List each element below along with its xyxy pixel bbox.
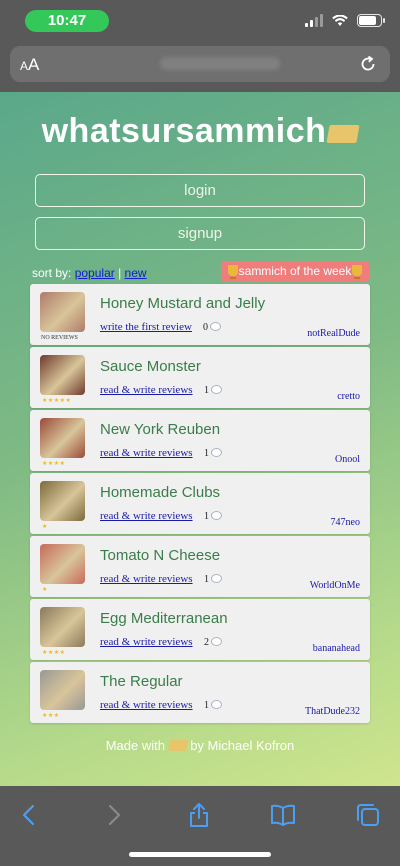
share-icon[interactable]: [186, 802, 212, 828]
sammich-thumbnail[interactable]: [40, 544, 85, 584]
sammich-thumbnail[interactable]: [40, 670, 85, 710]
login-button[interactable]: login: [35, 174, 365, 207]
comment-icon: [210, 322, 221, 331]
trophy-icon: [352, 265, 363, 279]
forward-icon[interactable]: [100, 802, 126, 828]
reload-icon[interactable]: [358, 54, 378, 74]
author-link[interactable]: Onool: [335, 454, 360, 465]
list-item[interactable]: ★★★★ New York Reuben read & write review…: [30, 410, 370, 471]
signup-button[interactable]: signup: [35, 217, 365, 250]
list-item[interactable]: ★ Tomato N Cheese read & write reviews 1…: [30, 536, 370, 597]
author-link[interactable]: cretto: [337, 391, 360, 402]
text-size-button[interactable]: AA: [20, 55, 39, 75]
status-bar: 10:47: [0, 0, 400, 44]
review-link[interactable]: read & write reviews: [100, 573, 193, 585]
review-link[interactable]: read & write reviews: [100, 447, 193, 459]
sammich-title[interactable]: Egg Mediterranean: [100, 610, 228, 627]
comment-icon: [211, 448, 222, 457]
author-link[interactable]: ThatDude232: [305, 706, 360, 717]
sammich-title[interactable]: Sauce Monster: [100, 358, 201, 375]
site-logo[interactable]: whatsursammich: [0, 112, 400, 151]
sammich-thumbnail[interactable]: [40, 292, 85, 332]
sammich-thumbnail[interactable]: [40, 418, 85, 458]
review-link[interactable]: write the first review: [100, 321, 192, 333]
address-text: [160, 57, 280, 70]
wifi-icon: [332, 14, 348, 26]
no-reviews-label: NO REVIEWS: [41, 335, 78, 341]
review-link[interactable]: read & write reviews: [100, 636, 193, 648]
bookmarks-icon[interactable]: [270, 802, 296, 828]
sammich-title[interactable]: New York Reuben: [100, 421, 220, 438]
web-page: whatsursammich login signup sort by: pop…: [0, 92, 400, 786]
review-count: 1: [204, 700, 222, 711]
back-icon[interactable]: [17, 802, 43, 828]
sort-bar: sort by: popular | new: [32, 266, 147, 280]
sort-popular-link[interactable]: popular: [75, 266, 115, 280]
sammich-list: NO REVIEWS Honey Mustard and Jelly write…: [30, 284, 370, 725]
review-count: 2: [204, 637, 222, 648]
star-rating: ★★★: [42, 713, 60, 719]
browser-toolbar: [0, 786, 400, 866]
review-count: 1: [204, 448, 222, 459]
comment-icon: [211, 385, 222, 394]
page-footer: Made with by Michael Kofron: [105, 738, 295, 753]
sammich-thumbnail[interactable]: [40, 481, 85, 521]
browser-chrome: AA: [0, 44, 400, 92]
list-item[interactable]: ★★★★ Egg Mediterranean read & write revi…: [30, 599, 370, 660]
star-rating: ★: [42, 587, 48, 593]
sort-label: sort by:: [32, 266, 72, 280]
sammich-title[interactable]: Homemade Clubs: [100, 484, 220, 501]
star-rating: ★★★★: [42, 461, 66, 467]
review-count: 1: [204, 385, 222, 396]
home-indicator: [129, 852, 271, 857]
status-time: 10:47: [25, 10, 109, 32]
sammich-title[interactable]: Tomato N Cheese: [100, 547, 220, 564]
star-rating: ★: [42, 524, 48, 530]
author-link[interactable]: WorldOnMe: [310, 580, 360, 591]
review-link[interactable]: read & write reviews: [100, 510, 193, 522]
sort-separator: |: [118, 266, 122, 280]
address-bar[interactable]: AA: [10, 46, 390, 82]
sotw-label: sammich of the week: [238, 264, 352, 278]
comment-icon: [211, 637, 222, 646]
signal-icon: [305, 14, 323, 27]
list-item[interactable]: ★ Homemade Clubs read & write reviews 1 …: [30, 473, 370, 534]
sammich-title[interactable]: The Regular: [100, 673, 183, 690]
review-link[interactable]: read & write reviews: [100, 699, 193, 711]
sort-new-link[interactable]: new: [125, 266, 147, 280]
comment-icon: [211, 574, 222, 583]
sandwich-icon: [326, 125, 360, 143]
review-count: 1: [204, 574, 222, 585]
tabs-icon[interactable]: [355, 802, 381, 828]
trophy-icon: [227, 265, 238, 279]
author-link[interactable]: 747neo: [331, 517, 360, 528]
sandwich-icon: [167, 740, 188, 751]
author-link[interactable]: bananahead: [313, 643, 360, 654]
star-rating: ★★★★: [42, 650, 66, 656]
sammich-title[interactable]: Honey Mustard and Jelly: [100, 295, 265, 312]
list-item[interactable]: ★★★★★ Sauce Monster read & write reviews…: [30, 347, 370, 408]
review-count: 0: [203, 322, 221, 333]
sammich-thumbnail[interactable]: [40, 355, 85, 395]
status-icons: [305, 14, 385, 27]
sammich-thumbnail[interactable]: [40, 607, 85, 647]
battery-icon: [357, 14, 385, 27]
sammich-of-the-week-button[interactable]: sammich of the week: [221, 261, 369, 282]
comment-icon: [211, 511, 222, 520]
list-item[interactable]: ★★★ The Regular read & write reviews 1 T…: [30, 662, 370, 723]
review-link[interactable]: read & write reviews: [100, 384, 193, 396]
comment-icon: [211, 700, 222, 709]
list-item[interactable]: NO REVIEWS Honey Mustard and Jelly write…: [30, 284, 370, 345]
star-rating: ★★★★★: [42, 398, 72, 404]
author-link[interactable]: notRealDude: [307, 328, 360, 339]
review-count: 1: [204, 511, 222, 522]
